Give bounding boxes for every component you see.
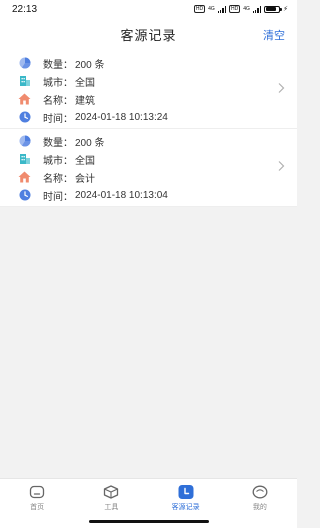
record-item[interactable]: 数量： 200 条 城市： 全国 名称： 会计 时间： 2024-01-18 1… — [0, 129, 297, 207]
signal-icon — [217, 5, 226, 13]
house-icon — [18, 93, 31, 106]
network-type: 4G — [208, 6, 215, 12]
page-title: 客源记录 — [120, 28, 177, 43]
time-label: 时间： — [43, 113, 73, 125]
box-icon — [103, 485, 119, 499]
time-value: 2024-01-18 10:13:04 — [75, 189, 168, 201]
record-list: 数量： 200 条 城市： 全国 名称： 建筑 时间： 2024-01-18 1… — [0, 51, 297, 207]
name-label: 名称： — [43, 95, 73, 107]
city-label: 城市： — [43, 77, 73, 89]
tab-mine-label: 我的 — [252, 504, 267, 511]
record-time-row: 时间： 2024-01-18 10:13:04 — [18, 186, 297, 204]
status-time: 22:13 — [12, 3, 38, 15]
home-bar — [0, 514, 297, 528]
home-indicator[interactable] — [89, 520, 209, 523]
clear-button[interactable]: 清空 — [263, 27, 285, 43]
count-label: 数量： — [43, 137, 73, 149]
record-count-row: 数量： 200 条 — [18, 132, 297, 150]
time-value: 2024-01-18 10:13:24 — [75, 111, 168, 123]
house-icon — [18, 171, 31, 184]
clock-icon — [178, 485, 194, 499]
chevron-right-icon — [278, 83, 285, 93]
tab-tools[interactable]: 工具 — [74, 479, 148, 514]
pie-chart-icon — [18, 57, 31, 70]
status-indicators: HD 4G HD 4G ⚡ — [193, 5, 288, 13]
count-value: 200 条 — [75, 59, 105, 71]
city-value: 全国 — [75, 155, 95, 167]
network-type-2: 4G — [243, 6, 250, 12]
tab-records[interactable]: 客源记录 — [149, 479, 223, 514]
time-label: 时间： — [43, 191, 73, 203]
tab-mine[interactable]: 我的 — [223, 479, 297, 514]
face-icon — [252, 485, 268, 499]
chevron-right-icon — [278, 161, 285, 171]
tab-records-label: 客源记录 — [171, 504, 200, 511]
record-city-row: 城市： 全国 — [18, 72, 297, 90]
record-name-row: 名称： 会计 — [18, 168, 297, 186]
hd-badge-2: HD — [228, 5, 241, 13]
header: 客源记录 清空 — [0, 18, 297, 51]
status-bar: 22:13 HD 4G HD 4G ⚡ — [0, 0, 297, 18]
record-name-row: 名称： 建筑 — [18, 90, 297, 108]
tab-home[interactable]: 首页 — [0, 479, 74, 514]
building-icon — [18, 153, 31, 166]
count-label: 数量： — [43, 59, 73, 71]
name-label: 名称： — [43, 173, 73, 185]
battery-icon — [264, 5, 283, 13]
city-value: 全国 — [75, 77, 95, 89]
hd-badge: HD — [193, 5, 206, 13]
home-icon — [29, 485, 45, 499]
tab-home-label: 首页 — [30, 504, 45, 511]
signal-icon-2 — [252, 5, 262, 13]
name-value: 建筑 — [75, 95, 95, 107]
record-item[interactable]: 数量： 200 条 城市： 全国 名称： 建筑 时间： 2024-01-18 1… — [0, 51, 297, 129]
pie-chart-icon — [18, 135, 31, 148]
record-count-row: 数量： 200 条 — [18, 54, 297, 72]
tab-tools-label: 工具 — [104, 504, 119, 511]
count-value: 200 条 — [75, 137, 105, 149]
charging-icon: ⚡ — [283, 6, 288, 13]
name-value: 会计 — [75, 173, 95, 185]
record-time-row: 时间： 2024-01-18 10:13:24 — [18, 108, 297, 126]
record-city-row: 城市： 全国 — [18, 150, 297, 168]
city-label: 城市： — [43, 155, 73, 167]
bottom-tab-bar: 首页 工具 客源记录 我的 — [0, 478, 297, 514]
building-icon — [18, 75, 31, 88]
clock-icon — [18, 111, 31, 124]
clock-icon — [18, 189, 31, 202]
